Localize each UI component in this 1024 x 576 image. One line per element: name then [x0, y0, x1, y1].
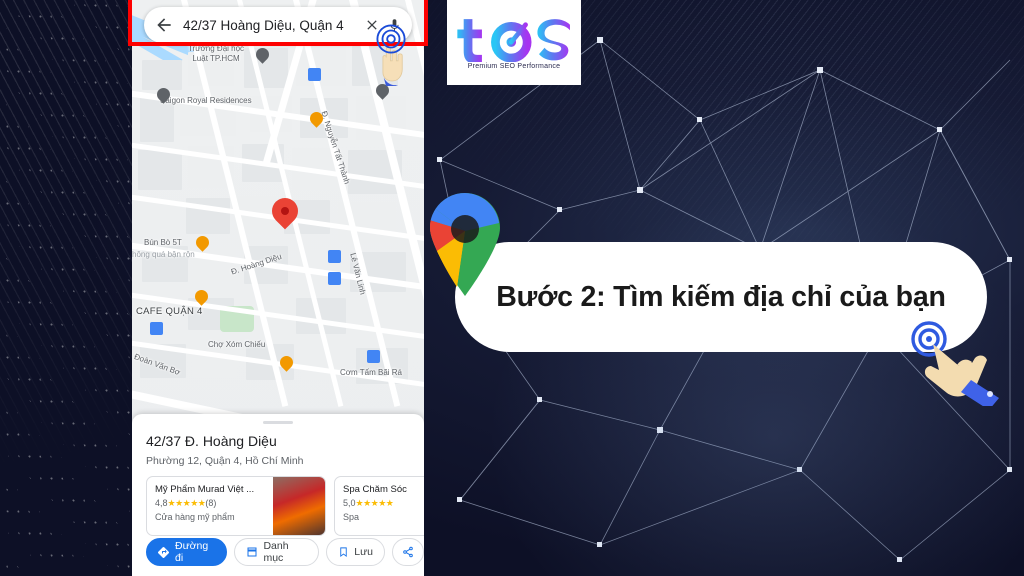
business-category: Spa [343, 512, 360, 522]
map-poi-marker[interactable] [193, 233, 212, 253]
directions-icon [158, 547, 169, 558]
search-input[interactable]: 42/37 Hoàng Diệu, Quận 4 [183, 18, 362, 33]
share-button[interactable] [392, 538, 424, 566]
business-card[interactable]: Mỹ Phẩm Murad Việt ... 4,8★★★★★(8) Cửa h… [146, 476, 326, 536]
phone-screenshot: Đ. Nguyễn Tất Thành Đ. Hoàng Diệu Lê Văn… [132, 0, 424, 576]
map-poi-label: Trường Đại học Luật TP.HCM [187, 44, 245, 63]
map-poi-label: Cơm Tấm Bãi Rá [340, 368, 402, 377]
tos-logo: Premium SEO Performance [447, 0, 581, 85]
tos-logo-tagline: Premium SEO Performance [467, 62, 561, 70]
map-poi-label: Chợ Xóm Chiếu [208, 340, 266, 349]
category-icon [247, 547, 257, 557]
save-button[interactable]: Lưu [326, 538, 385, 566]
share-icon [403, 546, 413, 558]
tap-ripple-icon [376, 24, 406, 54]
map-poi-marker[interactable] [373, 81, 392, 101]
category-button[interactable]: Danh mục [234, 538, 320, 566]
tos-logo-mark [456, 18, 570, 62]
tap-hand-cursor-icon [911, 321, 999, 406]
map-transit-marker[interactable] [308, 68, 321, 81]
map-transit-marker[interactable] [328, 250, 341, 263]
map-poi-label: Saigon Royal Residences [160, 96, 252, 105]
directions-label: Đường đi [175, 540, 209, 564]
google-maps-pin-icon [429, 192, 500, 296]
business-rating: 4,8★★★★★(8) [155, 498, 217, 508]
directions-button[interactable]: Đường đi [146, 538, 228, 566]
back-arrow-icon[interactable] [154, 15, 174, 35]
step-banner-text: Bước 2: Tìm kiếm địa chỉ của bạn [496, 280, 946, 313]
business-category: Cửa hàng mỹ phẩm [155, 512, 235, 522]
map-poi-label: Bún Bò 5T [144, 238, 182, 247]
action-buttons: Đường đi Danh mục Lưu [146, 538, 424, 566]
map-poi-label: CAFE QUẬN 4 [136, 306, 203, 317]
map-poi-marker[interactable] [307, 109, 326, 129]
place-title: 42/37 Đ. Hoàng Diệu [146, 433, 277, 449]
map-transit-marker[interactable] [367, 350, 380, 363]
save-label: Lưu [354, 546, 373, 558]
business-thumbnail [273, 477, 325, 535]
business-card[interactable]: Spa Chăm Sóc 5,0★★★★★ Spa [334, 476, 424, 536]
bookmark-icon [340, 547, 347, 558]
map-poi-marker[interactable] [154, 85, 173, 105]
business-name: Mỹ Phẩm Murad Việt ... [155, 484, 255, 495]
place-info-card: 42/37 Đ. Hoàng Diệu Phường 12, Quận 4, H… [132, 414, 424, 576]
map-transit-marker[interactable] [328, 272, 341, 285]
drag-handle[interactable] [263, 421, 293, 424]
map-poi-marker[interactable] [253, 45, 272, 65]
map-transit-marker[interactable] [150, 322, 163, 335]
map-poi-label: không quá bận rộn [132, 250, 195, 259]
red-location-pin[interactable] [266, 192, 304, 232]
business-rating: 5,0★★★★★ [343, 498, 394, 508]
category-label: Danh mục [263, 540, 289, 564]
map-poi-marker[interactable] [277, 353, 296, 373]
search-bar[interactable]: 42/37 Hoàng Diệu, Quận 4 [144, 7, 412, 43]
map-poi-marker[interactable] [192, 287, 211, 307]
place-address: Phường 12, Quận 4, Hồ Chí Minh [146, 455, 304, 467]
business-name: Spa Chăm Sóc [343, 484, 407, 495]
